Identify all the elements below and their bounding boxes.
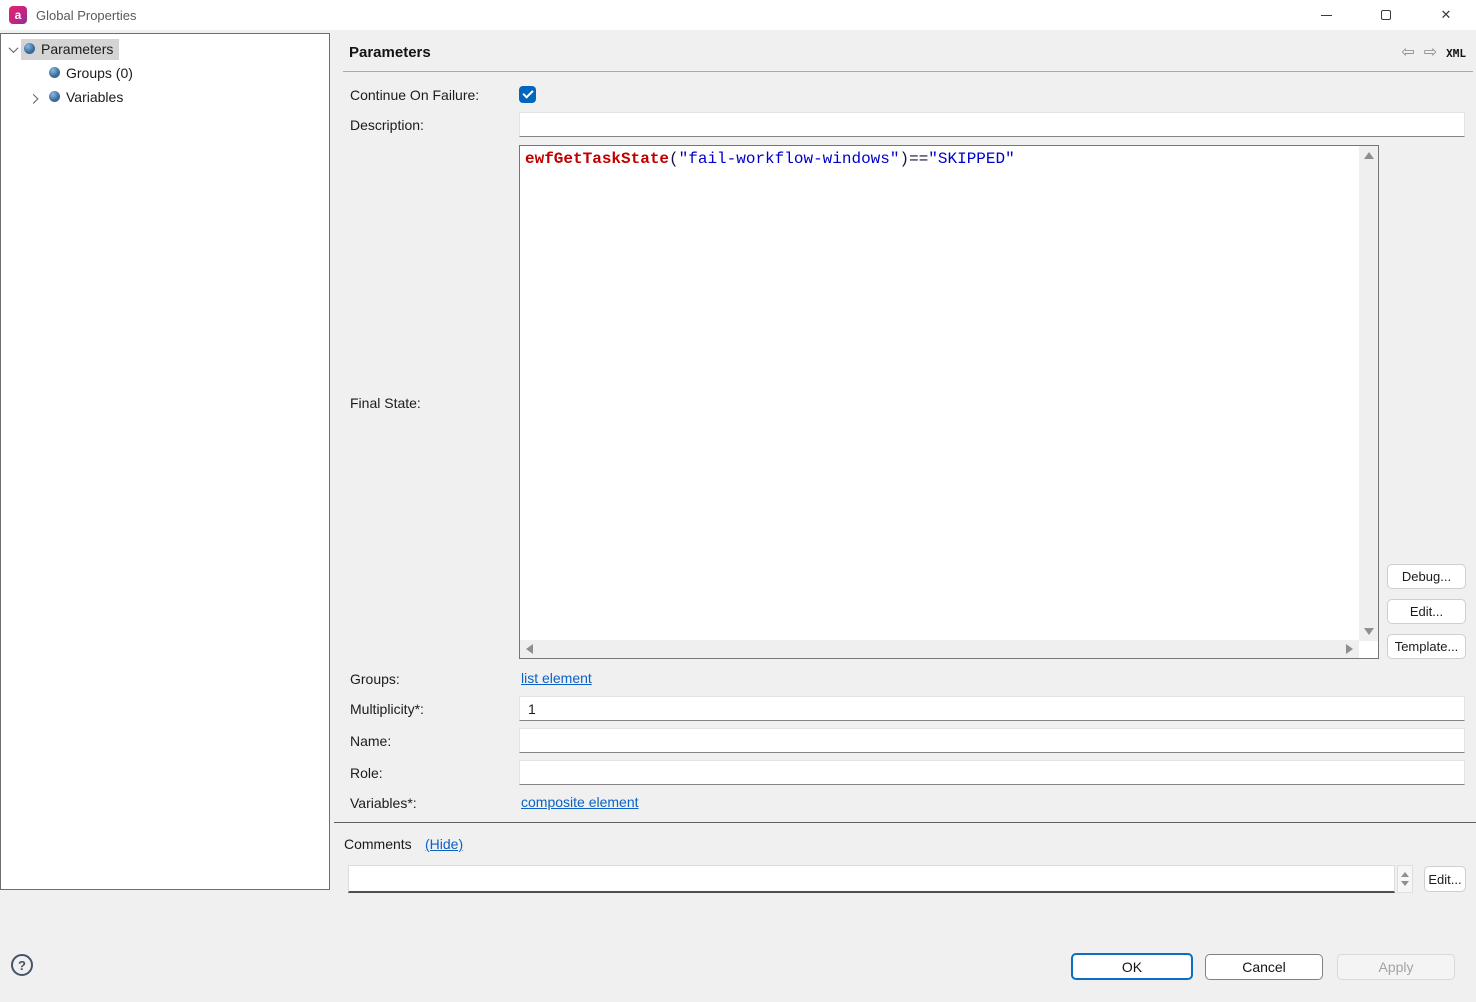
- vertical-scrollbar[interactable]: [1359, 146, 1378, 641]
- edit-button[interactable]: Edit...: [1387, 599, 1466, 624]
- page-title: Parameters: [349, 44, 431, 61]
- description-label: Description:: [350, 117, 424, 133]
- ok-button[interactable]: OK: [1071, 953, 1193, 980]
- code-punct-token: (: [669, 150, 679, 168]
- multiplicity-label: Multiplicity*:: [350, 701, 424, 717]
- window-title: Global Properties: [36, 8, 136, 23]
- variables-composite-element-link[interactable]: composite element: [521, 794, 639, 810]
- tree-item-groups[interactable]: Groups (0): [46, 63, 139, 84]
- forward-arrow-icon[interactable]: [1424, 45, 1437, 61]
- final-state-label: Final State:: [350, 395, 421, 411]
- multiplicity-input[interactable]: [519, 696, 1465, 721]
- app-logo-icon: a: [9, 6, 27, 24]
- close-button[interactable]: [1416, 0, 1476, 30]
- node-ball-icon: [49, 91, 60, 102]
- help-icon[interactable]: [11, 954, 33, 976]
- maximize-icon: [1381, 10, 1391, 20]
- code-punct-token: )==: [899, 150, 928, 168]
- comment-edit-button[interactable]: Edit...: [1424, 866, 1466, 892]
- expression-code-line: ewfGetTaskState("fail-workflow-windows")…: [525, 150, 1015, 168]
- groups-label: Groups:: [350, 671, 400, 687]
- code-function-token: ewfGetTaskState: [525, 150, 669, 168]
- node-ball-icon: [24, 43, 35, 54]
- comment-input[interactable]: [348, 865, 1395, 893]
- maximize-button[interactable]: [1356, 0, 1416, 30]
- scroll-left-icon[interactable]: [526, 644, 533, 654]
- tree-item-label: Parameters: [41, 41, 113, 57]
- name-input[interactable]: [519, 728, 1465, 753]
- chevron-down-icon[interactable]: [5, 41, 21, 57]
- scroll-right-icon[interactable]: [1346, 644, 1353, 654]
- description-input[interactable]: [519, 112, 1465, 137]
- tree-row-parameters[interactable]: Parameters: [1, 38, 119, 60]
- groups-list-element-link[interactable]: list element: [521, 670, 592, 686]
- chevron-right-icon[interactable]: [25, 89, 41, 105]
- role-label: Role:: [350, 765, 383, 781]
- template-button[interactable]: Template...: [1387, 634, 1466, 659]
- role-input[interactable]: [519, 760, 1465, 785]
- continue-on-failure-checkbox[interactable]: [519, 86, 536, 103]
- spinner-down-icon[interactable]: [1401, 881, 1409, 886]
- final-state-expression-editor[interactable]: ewfGetTaskState("fail-workflow-windows")…: [519, 145, 1379, 659]
- tree-item-label: Variables: [66, 89, 123, 105]
- tree-row-groups[interactable]: Groups (0): [1, 62, 139, 84]
- comments-divider: [334, 822, 1476, 823]
- window-controls: [1296, 0, 1476, 30]
- comment-spinner[interactable]: [1397, 865, 1413, 893]
- panel-nav: XML: [1401, 45, 1466, 61]
- scroll-up-icon[interactable]: [1364, 152, 1374, 159]
- back-arrow-icon[interactable]: [1401, 45, 1414, 61]
- node-ball-icon: [49, 67, 60, 78]
- minimize-button[interactable]: [1296, 0, 1356, 30]
- comments-label: Comments: [344, 836, 412, 852]
- horizontal-scrollbar[interactable]: [520, 640, 1359, 658]
- apply-button[interactable]: Apply: [1337, 954, 1455, 980]
- minimize-icon: [1321, 15, 1332, 16]
- tree-item-variables[interactable]: Variables: [46, 87, 129, 108]
- scroll-down-icon[interactable]: [1364, 628, 1374, 635]
- titlebar: a Global Properties: [0, 0, 1476, 30]
- debug-button[interactable]: Debug...: [1387, 564, 1466, 589]
- name-label: Name:: [350, 733, 391, 749]
- variables-label: Variables*:: [350, 795, 417, 811]
- spinner-up-icon[interactable]: [1401, 872, 1409, 877]
- header-divider: [343, 71, 1473, 72]
- code-string-token: "fail-workflow-windows": [679, 150, 900, 168]
- xml-view-button[interactable]: XML: [1446, 47, 1466, 60]
- tree-item-label: Groups (0): [66, 65, 133, 81]
- cancel-button[interactable]: Cancel: [1205, 954, 1323, 980]
- tree-row-variables[interactable]: Variables: [1, 86, 129, 108]
- tree-item-parameters[interactable]: Parameters: [21, 39, 119, 60]
- comments-hide-link[interactable]: (Hide): [425, 836, 463, 852]
- navigation-tree-panel: Parameters Groups (0) Variables: [0, 33, 330, 890]
- continue-on-failure-label: Continue On Failure:: [350, 87, 479, 103]
- code-string-token: "SKIPPED": [928, 150, 1014, 168]
